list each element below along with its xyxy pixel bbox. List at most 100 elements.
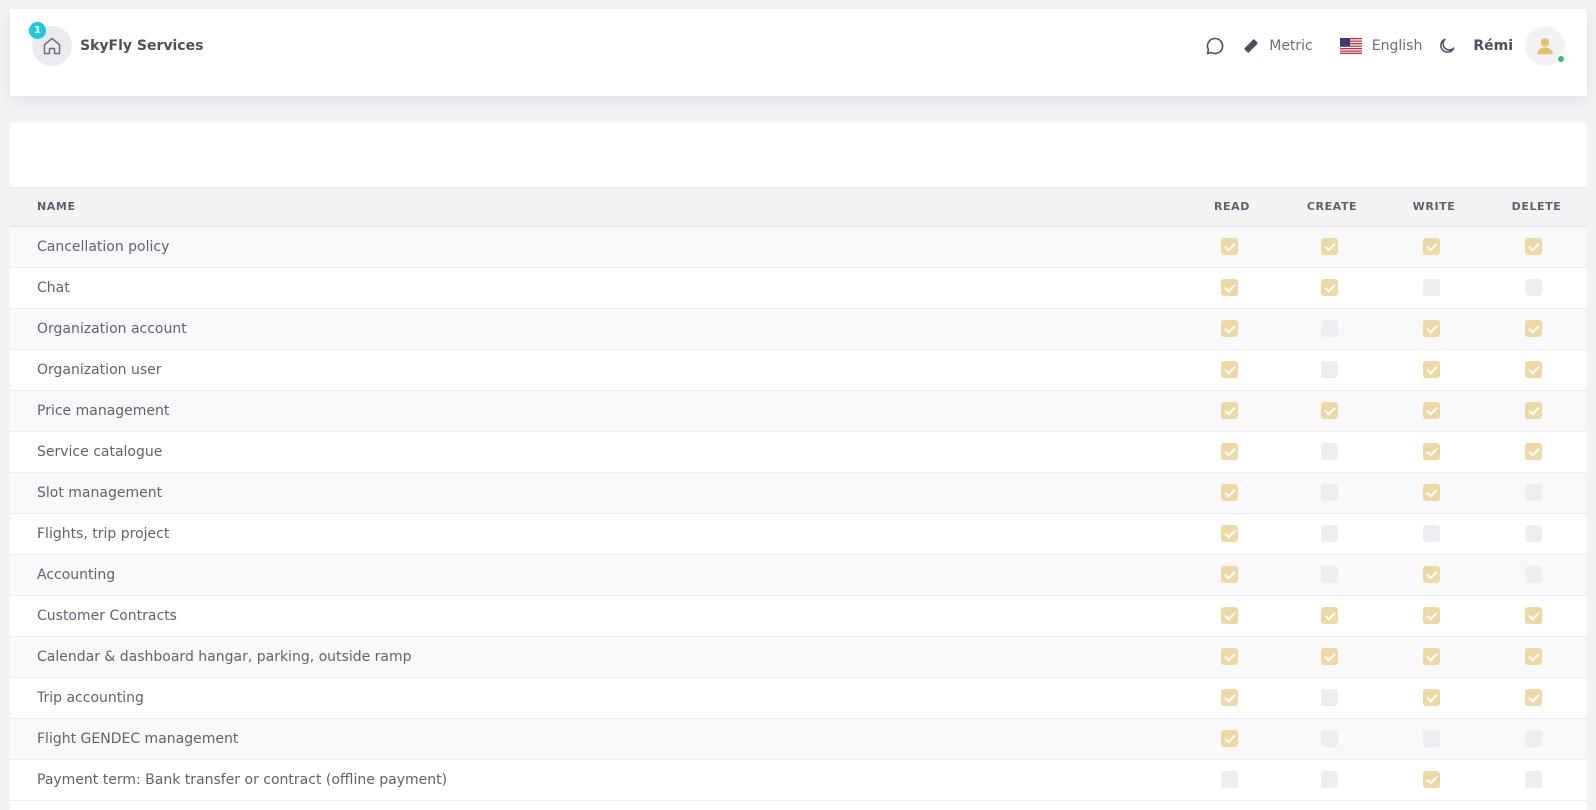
create-checkbox[interactable] bbox=[1320, 689, 1338, 706]
create-checkbox[interactable] bbox=[1320, 484, 1338, 501]
read-cell bbox=[1182, 390, 1282, 432]
brand: 1 SkyFly Services bbox=[29, 21, 203, 66]
create-checkbox[interactable] bbox=[1320, 648, 1338, 665]
table-header-row: NAME READ CREATE WRITE DELETE bbox=[10, 188, 1587, 227]
read-checkbox[interactable] bbox=[1220, 320, 1238, 337]
chat-button[interactable] bbox=[1205, 36, 1225, 56]
read-checkbox[interactable] bbox=[1220, 361, 1238, 378]
delete-checkbox[interactable] bbox=[1525, 648, 1542, 665]
theme-toggle[interactable] bbox=[1437, 36, 1457, 56]
create-checkbox[interactable] bbox=[1320, 525, 1338, 542]
read-checkbox[interactable] bbox=[1220, 566, 1238, 583]
create-cell bbox=[1282, 636, 1382, 678]
table-row: Payment term: Bank transfer or contract … bbox=[10, 759, 1587, 801]
create-checkbox[interactable] bbox=[1320, 566, 1338, 583]
permission-name: Accounting bbox=[10, 554, 1182, 596]
table-row: Flight GENDEC management bbox=[10, 718, 1587, 760]
delete-checkbox[interactable] bbox=[1525, 402, 1542, 419]
permission-name: Organization account bbox=[10, 308, 1182, 350]
units-selector[interactable]: Metric bbox=[1243, 38, 1313, 54]
create-cell bbox=[1282, 349, 1382, 391]
write-checkbox[interactable] bbox=[1422, 238, 1440, 255]
permission-name: Slot management bbox=[10, 472, 1182, 514]
read-cell bbox=[1182, 349, 1282, 391]
brand-name[interactable]: SkyFly Services bbox=[80, 38, 203, 54]
read-cell bbox=[1182, 677, 1282, 719]
permission-name: Customer Contracts bbox=[10, 595, 1182, 637]
read-checkbox[interactable] bbox=[1220, 443, 1238, 460]
notification-badge[interactable]: 1 bbox=[29, 21, 46, 39]
read-checkbox[interactable] bbox=[1220, 730, 1238, 747]
create-checkbox[interactable] bbox=[1320, 279, 1338, 296]
create-checkbox[interactable] bbox=[1320, 320, 1338, 337]
create-checkbox[interactable] bbox=[1320, 402, 1338, 419]
read-checkbox[interactable] bbox=[1220, 771, 1238, 788]
table-row: Accounting bbox=[10, 554, 1587, 596]
write-checkbox[interactable] bbox=[1422, 648, 1440, 665]
create-checkbox[interactable] bbox=[1320, 238, 1338, 255]
write-checkbox[interactable] bbox=[1422, 689, 1440, 706]
write-checkbox[interactable] bbox=[1422, 607, 1440, 624]
delete-checkbox[interactable] bbox=[1525, 484, 1542, 501]
read-cell bbox=[1182, 759, 1282, 801]
top-navbar: 1 SkyFly Services Metric English Rémi bbox=[10, 9, 1587, 96]
read-checkbox[interactable] bbox=[1220, 484, 1238, 501]
permission-name: Trip accounting bbox=[10, 677, 1182, 719]
write-checkbox[interactable] bbox=[1422, 730, 1440, 747]
read-checkbox[interactable] bbox=[1220, 402, 1238, 419]
write-checkbox[interactable] bbox=[1422, 361, 1440, 378]
delete-checkbox[interactable] bbox=[1525, 320, 1542, 337]
permission-name: Cancellation policy bbox=[10, 226, 1182, 268]
delete-checkbox[interactable] bbox=[1525, 689, 1542, 706]
create-cell bbox=[1282, 554, 1382, 596]
read-cell bbox=[1182, 595, 1282, 637]
user-icon bbox=[1537, 37, 1553, 54]
delete-checkbox[interactable] bbox=[1525, 607, 1542, 624]
read-checkbox[interactable] bbox=[1220, 279, 1238, 296]
write-checkbox[interactable] bbox=[1422, 443, 1440, 460]
delete-checkbox[interactable] bbox=[1525, 443, 1542, 460]
delete-checkbox[interactable] bbox=[1525, 525, 1542, 542]
create-checkbox[interactable] bbox=[1320, 443, 1338, 460]
read-checkbox[interactable] bbox=[1220, 689, 1238, 706]
read-checkbox[interactable] bbox=[1220, 238, 1238, 255]
write-checkbox[interactable] bbox=[1422, 484, 1440, 501]
read-checkbox[interactable] bbox=[1220, 525, 1238, 542]
delete-checkbox[interactable] bbox=[1525, 771, 1542, 788]
create-checkbox[interactable] bbox=[1320, 730, 1338, 747]
write-checkbox[interactable] bbox=[1422, 771, 1440, 788]
delete-checkbox[interactable] bbox=[1525, 730, 1542, 747]
create-checkbox[interactable] bbox=[1320, 607, 1338, 624]
read-checkbox[interactable] bbox=[1220, 607, 1238, 624]
write-cell bbox=[1382, 554, 1486, 596]
user-name[interactable]: Rémi bbox=[1473, 38, 1513, 54]
permissions-card: NAME READ CREATE WRITE DELETE Cancellati… bbox=[10, 123, 1587, 810]
read-cell bbox=[1182, 308, 1282, 350]
create-cell bbox=[1282, 759, 1382, 801]
delete-checkbox[interactable] bbox=[1525, 566, 1542, 583]
table-row: Calendar & dashboard hangar, parking, ou… bbox=[10, 636, 1587, 678]
create-checkbox[interactable] bbox=[1320, 361, 1338, 378]
write-checkbox[interactable] bbox=[1422, 320, 1440, 337]
write-checkbox[interactable] bbox=[1422, 279, 1440, 296]
delete-cell bbox=[1486, 267, 1587, 309]
delete-checkbox[interactable] bbox=[1525, 361, 1542, 378]
column-header-name[interactable]: NAME bbox=[10, 188, 1182, 227]
delete-checkbox[interactable] bbox=[1525, 238, 1542, 255]
column-header-create: CREATE bbox=[1282, 188, 1382, 227]
write-checkbox[interactable] bbox=[1422, 525, 1440, 542]
create-checkbox[interactable] bbox=[1320, 771, 1338, 788]
language-selector[interactable]: English bbox=[1339, 37, 1422, 54]
delete-cell bbox=[1486, 595, 1587, 637]
create-cell bbox=[1282, 226, 1382, 268]
write-checkbox[interactable] bbox=[1422, 402, 1440, 419]
write-cell bbox=[1382, 390, 1486, 432]
column-header-delete: DELETE bbox=[1486, 188, 1587, 227]
units-label: Metric bbox=[1269, 37, 1313, 54]
avatar[interactable] bbox=[1525, 25, 1566, 66]
table-row: Customer Contracts bbox=[10, 595, 1587, 637]
read-checkbox[interactable] bbox=[1220, 648, 1238, 665]
write-checkbox[interactable] bbox=[1422, 566, 1440, 583]
delete-checkbox[interactable] bbox=[1525, 279, 1542, 296]
home-button[interactable]: 1 bbox=[29, 21, 72, 66]
